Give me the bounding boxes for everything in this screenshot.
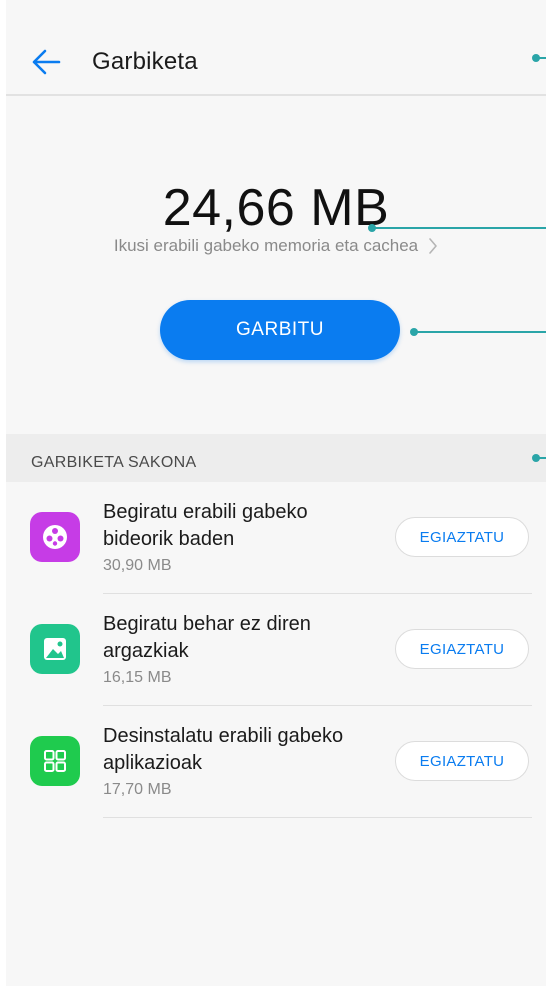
memory-cache-link-label: Ikusi erabili gabeko memoria eta cachea (113, 236, 419, 255)
callout-line (368, 224, 546, 232)
list-item-unneeded-photos: Begiratu behar ez diren argazkiak 16,15 … (6, 594, 546, 706)
item-title: Begiratu erabili gabeko bideorik baden (103, 501, 308, 550)
app-header: Garbiketa (6, 22, 546, 96)
verify-button[interactable]: EGIAZTATU (395, 629, 529, 669)
verify-button[interactable]: EGIAZTATU (395, 517, 529, 557)
back-arrow-icon (32, 49, 61, 75)
apps-icon (30, 736, 80, 786)
item-text: Begiratu erabili gabeko bideorik baden 3… (103, 499, 373, 575)
section-title: GARBIKETA SAKONA (31, 454, 197, 471)
video-icon (30, 512, 80, 562)
junk-size-value: 24,66 MB (162, 179, 390, 237)
item-text: Begiratu behar ez diren argazkiak 16,15 … (103, 611, 373, 687)
divider (103, 817, 532, 818)
status-bar (6, 0, 546, 14)
storage-summary: 24,66 MB Ikusi erabili gabeko memoria et… (6, 96, 546, 434)
list-item-unused-videos: Begiratu erabili gabeko bideorik baden 3… (6, 482, 546, 594)
callout-line (410, 328, 546, 336)
deep-clean-list: Begiratu erabili gabeko bideorik baden 3… (6, 482, 546, 818)
item-title: Begiratu behar ez diren argazkiak (103, 613, 311, 662)
item-size: 16,15 MB (103, 669, 172, 686)
item-title: Desinstalatu erabili gabeko aplikazioak (103, 725, 344, 774)
item-text: Desinstalatu erabili gabeko aplikazioak … (103, 723, 373, 799)
image-icon (30, 624, 80, 674)
list-item-unused-apps: Desinstalatu erabili gabeko aplikazioak … (6, 706, 546, 818)
item-size: 30,90 MB (103, 557, 172, 574)
callout-line (532, 454, 546, 462)
clean-button[interactable]: GARBITU (160, 300, 400, 360)
chevron-right-icon (429, 238, 437, 254)
callout-line (532, 54, 546, 62)
deep-clean-section-header: GARBIKETA SAKONA (6, 434, 546, 482)
back-button[interactable] (26, 42, 66, 82)
memory-cache-link[interactable]: Ikusi erabili gabeko memoria eta cachea (6, 236, 546, 256)
verify-button[interactable]: EGIAZTATU (395, 741, 529, 781)
storage-cleaner-screen: Garbiketa 24,66 MB Ikusi erabili gabeko … (6, 0, 546, 986)
item-size: 17,70 MB (103, 781, 172, 798)
page-title: Garbiketa (92, 48, 198, 75)
